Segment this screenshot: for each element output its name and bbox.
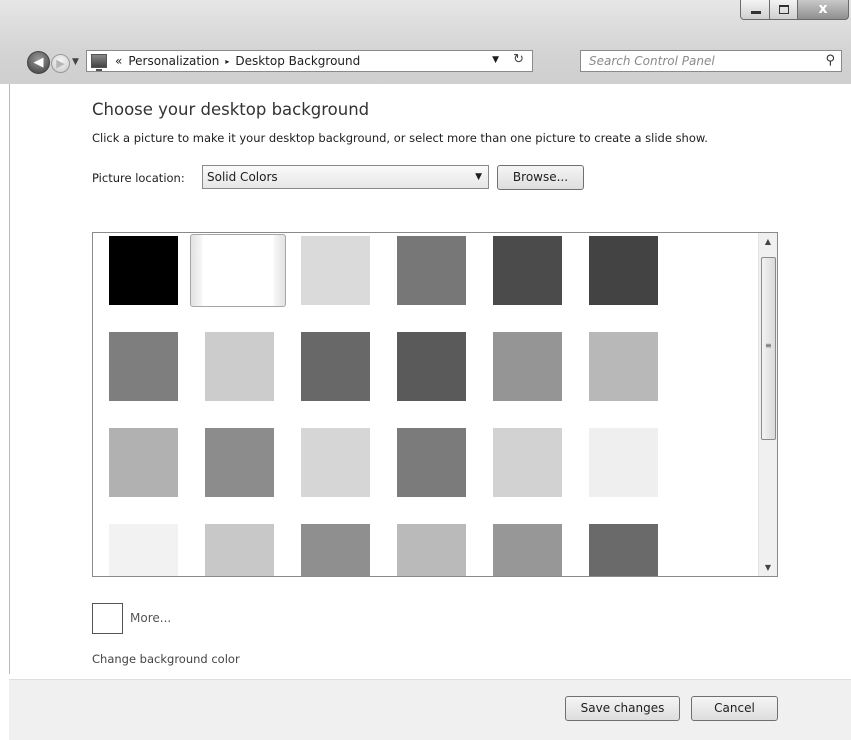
color-swatch[interactable]	[109, 332, 178, 401]
color-swatch[interactable]	[493, 428, 562, 497]
color-swatch[interactable]	[109, 524, 178, 576]
maximize-button[interactable]	[770, 0, 798, 20]
color-swatch[interactable]	[589, 332, 658, 401]
browse-button[interactable]: Browse...	[497, 165, 584, 190]
address-dropdown-icon[interactable]: ▼	[492, 55, 499, 65]
more-color-swatch[interactable]	[92, 603, 123, 634]
address-bar[interactable]: « Personalization ▸ Desktop Background ▼…	[86, 50, 533, 72]
color-swatch[interactable]	[205, 428, 274, 497]
save-changes-button[interactable]: Save changes	[565, 696, 680, 721]
more-link[interactable]: More...	[130, 611, 171, 625]
scroll-up-icon[interactable]: ▲	[759, 237, 777, 246]
picture-grid[interactable]: ▲ ≡ ▼	[92, 232, 778, 577]
footer-bar: Save changes Cancel	[9, 679, 851, 740]
vertical-scrollbar[interactable]: ▲ ≡ ▼	[758, 233, 777, 576]
maximize-icon	[779, 5, 789, 14]
close-button[interactable]: x	[798, 0, 849, 20]
page-subtitle: Click a picture to make it your desktop …	[92, 131, 708, 145]
color-swatch[interactable]	[109, 236, 178, 305]
search-input[interactable]	[581, 51, 811, 71]
color-swatch[interactable]	[589, 236, 658, 305]
color-swatch[interactable]	[397, 428, 466, 497]
minimize-button[interactable]	[740, 0, 770, 20]
color-swatch[interactable]	[109, 428, 178, 497]
color-swatch[interactable]	[493, 524, 562, 576]
window-chrome: x ◀ ▶ ▼ « Personalization ▸ Desktop Back…	[0, 0, 851, 84]
scroll-down-icon[interactable]: ▼	[759, 563, 777, 572]
control-panel-icon	[91, 54, 107, 71]
picture-location-select[interactable]: Solid Colors ▼	[202, 165, 489, 189]
scroll-thumb[interactable]: ≡	[761, 257, 776, 440]
change-background-color-link[interactable]: Change background color	[92, 652, 240, 666]
refresh-icon[interactable]: ↻	[513, 52, 524, 67]
chevron-down-icon: ▼	[72, 57, 79, 67]
breadcrumb-overflow[interactable]: «	[115, 54, 122, 68]
back-arrow-icon: ◀	[33, 55, 44, 70]
color-swatch[interactable]	[397, 524, 466, 576]
breadcrumb-desktop-background[interactable]: Desktop Background	[235, 54, 360, 68]
color-swatch[interactable]	[301, 332, 370, 401]
search-box[interactable]: ⚲	[580, 50, 842, 72]
breadcrumb-separator-icon[interactable]: ▸	[225, 57, 229, 66]
recent-pages-dropdown[interactable]: ▼	[72, 57, 79, 67]
color-swatch[interactable]	[493, 332, 562, 401]
color-swatch[interactable]	[397, 332, 466, 401]
color-swatch[interactable]	[205, 332, 274, 401]
color-swatch[interactable]	[301, 524, 370, 576]
color-swatch[interactable]	[205, 524, 274, 576]
color-swatch[interactable]	[589, 428, 658, 497]
minimize-icon	[751, 11, 761, 14]
color-swatch[interactable]	[301, 236, 370, 305]
picture-location-value: Solid Colors	[207, 170, 278, 184]
breadcrumb-personalization[interactable]: Personalization	[128, 54, 219, 68]
cancel-button[interactable]: Cancel	[691, 696, 778, 721]
color-swatch[interactable]	[190, 234, 286, 307]
chevron-down-icon: ▼	[475, 172, 482, 182]
forward-arrow-icon: ▶	[56, 57, 65, 70]
color-swatch[interactable]	[493, 236, 562, 305]
close-icon: x	[818, 1, 828, 17]
back-button[interactable]: ◀	[27, 51, 50, 74]
window-controls: x	[740, 0, 849, 22]
search-icon[interactable]: ⚲	[825, 53, 835, 68]
page-title: Choose your desktop background	[92, 100, 370, 119]
color-swatch[interactable]	[301, 428, 370, 497]
color-swatch[interactable]	[397, 236, 466, 305]
forward-button[interactable]: ▶	[51, 54, 70, 73]
grip-icon: ≡	[765, 341, 772, 350]
color-swatch[interactable]	[589, 524, 658, 576]
picture-location-label: Picture location:	[92, 171, 185, 185]
